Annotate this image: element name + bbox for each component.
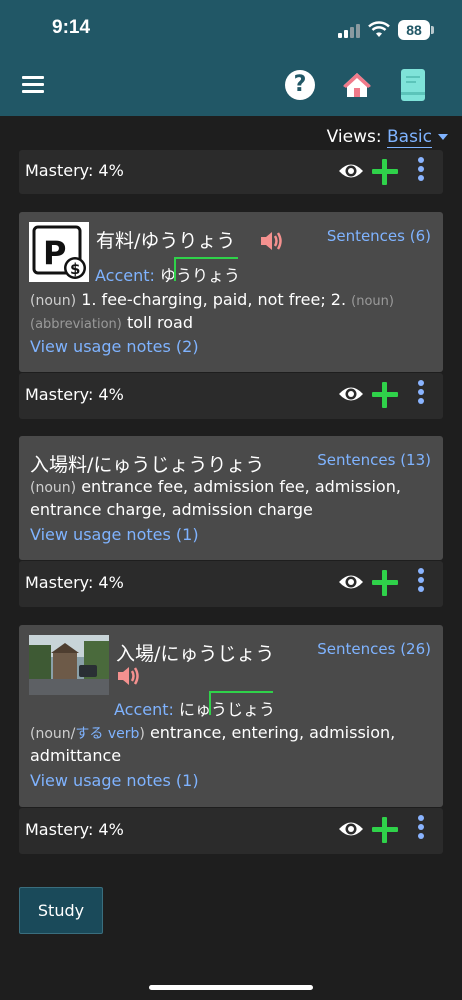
more-options-icon[interactable] [417,380,425,410]
study-button[interactable]: Study [19,887,103,934]
entrance-photo [29,635,109,695]
accent-high: うじょう [209,691,275,720]
mastery-bar: Mastery: 4% [19,561,443,607]
help-icon[interactable]: ? [285,70,315,100]
term-title: 有料/ゆうりょう [96,230,236,252]
usage-notes-link[interactable]: View usage notes (1) [30,525,199,544]
mastery-label: Mastery: 4% [25,573,124,592]
accent-label: Accent: [114,700,174,719]
sentences-link[interactable]: Sentences (26) [317,640,431,658]
status-time: 9:14 [52,17,91,38]
eye-icon[interactable] [338,819,364,839]
part-of-speech: (noun) [30,293,77,309]
definition-text: entrance fee, admission fee, admission, … [30,477,401,519]
views-label: Views: [326,127,382,147]
pitch-accent: Accent: にゅうじょう [114,691,275,720]
views-dropdown[interactable]: Basic [386,127,432,148]
chevron-down-icon[interactable] [438,134,448,140]
parking-fee-image: P $ [29,222,89,282]
wifi-icon [368,21,390,37]
usage-notes-link[interactable]: View usage notes (1) [30,771,199,790]
part-of-speech: (noun) [30,480,77,496]
eye-icon[interactable] [338,161,364,181]
definition: (noun) 1. fee-charging, paid, not free; … [30,289,434,335]
battery-icon: 88 [398,20,434,40]
hamburger-menu-icon[interactable] [22,76,46,94]
more-options-icon[interactable] [417,815,425,845]
mastery-bar: Mastery: 4% [19,373,443,419]
home-indicator[interactable] [149,985,313,990]
speaker-icon[interactable] [259,230,285,252]
term-title: 入場/にゅうじょう [116,643,275,665]
accent-label: Accent: [95,266,155,285]
suru-verb-link[interactable]: する verb [75,726,139,742]
mastery-bar: Mastery: 4% [19,150,443,194]
definition-text-secondary: toll road [126,313,193,332]
more-options-icon[interactable] [417,157,425,187]
vocab-card: 入場料/にゅうじょうりょう Sentences (13) (noun) entr… [19,436,443,560]
vocab-card: 入場/にゅうじょう Sentences (26) Accent: にゅうじょう … [19,625,443,807]
views-selector[interactable]: Views: Basic [326,127,448,148]
eye-icon[interactable] [338,384,364,404]
sentences-link[interactable]: Sentences (13) [317,451,431,469]
definition: (noun/する verb) entrance, entering, admis… [30,722,434,766]
mastery-label: Mastery: 4% [25,385,124,404]
accent-low: にゅ [179,700,212,719]
add-plus-icon[interactable] [372,570,398,596]
term-title: 入場料/にゅうじょうりょう [30,454,265,476]
cellular-signal-icon [338,22,362,38]
pitch-accent: Accent: ゆうりょう [95,257,240,286]
home-icon[interactable] [342,70,372,100]
accent-high: うりょう [174,257,240,286]
sentences-link[interactable]: Sentences (6) [327,227,431,245]
book-icon[interactable] [400,68,426,102]
eye-icon[interactable] [338,572,364,592]
app-header: 9:14 88 ? [0,0,462,116]
vocab-card: P $ 有料/ゆうりょう Sentences (6) Accent: ゆうりょう… [19,212,443,372]
mastery-label: Mastery: 4% [25,161,124,180]
definition-text: 1. fee-charging, paid, not free; 2. [81,290,347,309]
mastery-label: Mastery: 4% [25,820,124,839]
svg-text:P: P [43,234,66,272]
add-plus-icon[interactable] [372,159,398,185]
add-plus-icon[interactable] [372,382,398,408]
part-of-speech-close: ) [139,726,145,742]
svg-text:$: $ [70,260,80,278]
definition: (noun) entrance fee, admission fee, admi… [30,476,434,520]
part-of-speech: (noun/ [30,726,76,742]
speaker-icon[interactable] [116,665,142,687]
more-options-icon[interactable] [417,568,425,598]
mastery-bar: Mastery: 4% [19,808,443,854]
usage-notes-link[interactable]: View usage notes (2) [30,337,199,356]
add-plus-icon[interactable] [372,817,398,843]
